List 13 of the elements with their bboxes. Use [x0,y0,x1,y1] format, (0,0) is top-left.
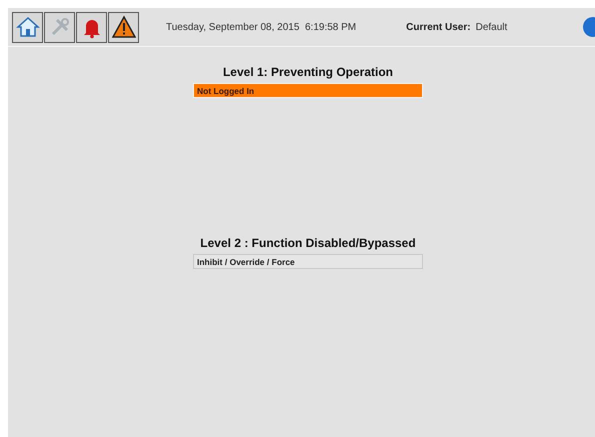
warning-icon [112,15,136,39]
user-name: Default [476,22,508,32]
status-bar: Not Logged In [193,83,423,98]
user-label: Current User: [406,22,471,32]
status-bar: Inhibit / Override / Force [193,254,423,269]
date-time: Tuesday, September 08, 2015 6:19:58 PM [166,22,356,32]
home-button[interactable] [12,12,43,42]
level-title: Level 2 : Function Disabled/Bypassed [200,236,416,250]
level-title: Level 1: Preventing Operation [222,65,394,79]
warning-button[interactable] [108,12,139,42]
house-icon [16,15,40,39]
tools-button[interactable] [44,12,75,42]
alarm-button[interactable] [76,12,107,42]
